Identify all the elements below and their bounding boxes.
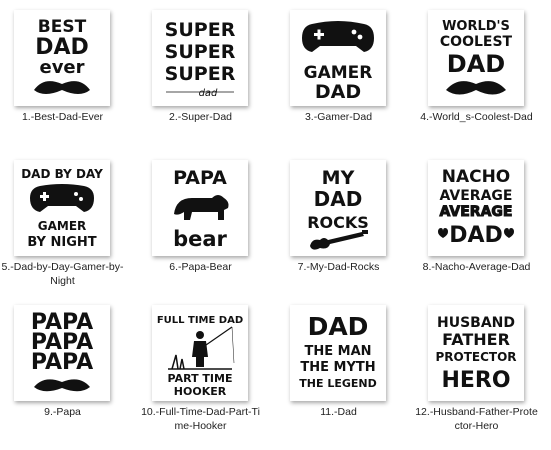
file-caption[interactable]: 11.-Dad xyxy=(276,405,401,419)
file-caption[interactable]: 3.-Gamer-Dad xyxy=(276,110,401,124)
svg-text:BEST: BEST xyxy=(38,17,87,37)
file-item[interactable]: FULL TIME DAD PART TIME HOOKER 10.-Full-… xyxy=(138,295,273,443)
thumbnail[interactable]: MY DAD ROCKS xyxy=(290,160,386,256)
guitar-icon xyxy=(310,232,364,250)
file-item[interactable]: SUPER SUPER SUPER dad 2.-Super-Dad xyxy=(138,0,273,148)
file-item[interactable]: PAPA PAPA PAPA 9.-Papa xyxy=(0,295,135,443)
file-item[interactable]: PAPA bear 6.-Papa-Bear xyxy=(138,150,273,298)
thumbnail[interactable]: HUSBAND FATHER PROTECTOR HERO xyxy=(428,305,524,401)
svg-text:PAPA: PAPA xyxy=(173,167,227,189)
svg-text:dad: dad xyxy=(199,88,218,99)
svg-text:HUSBAND: HUSBAND xyxy=(437,315,515,331)
heart-icon xyxy=(438,228,448,238)
worlds-coolest-dad-artwork: WORLD'S COOLEST DAD xyxy=(440,19,513,95)
svg-text:ever: ever xyxy=(39,57,84,78)
bear-icon xyxy=(174,195,229,220)
thumbnail[interactable]: SUPER SUPER SUPER dad xyxy=(152,10,248,106)
nacho-average-dad-artwork: NACHO AVERAGE AVERAGE DAD xyxy=(438,167,514,248)
game-controller-icon xyxy=(30,184,94,212)
dad-by-day-gamer-by-night-artwork: DAD BY DAY GAMER BY NIGHT xyxy=(21,167,103,250)
file-item[interactable]: DAD THE MAN THE MYTH THE LEGEND 11.-Dad xyxy=(276,295,411,443)
file-caption[interactable]: 10.-Full-Time-Dad-Part-Time-Hooker xyxy=(138,405,263,433)
file-caption[interactable]: 5.-Dad-by-Day-Gamer-by-Night xyxy=(0,260,125,288)
svg-text:GAMER: GAMER xyxy=(38,219,87,233)
svg-text:THE MAN: THE MAN xyxy=(304,344,371,359)
svg-text:DAD: DAD xyxy=(447,50,505,78)
thumbnail[interactable]: NACHO AVERAGE AVERAGE DAD xyxy=(428,160,524,256)
file-item[interactable]: DAD BY DAY GAMER BY NIGHT 5.-Dad-by-Day-… xyxy=(0,150,135,298)
file-caption[interactable]: 8.-Nacho-Average-Dad xyxy=(414,260,539,274)
svg-text:DAD: DAD xyxy=(314,187,363,211)
file-caption[interactable]: 7.-My-Dad-Rocks xyxy=(276,260,401,274)
heart-icon xyxy=(504,228,514,238)
svg-text:DAD: DAD xyxy=(315,81,361,103)
svg-text:COOLEST: COOLEST xyxy=(440,34,513,50)
thumbnail[interactable]: WORLD'S COOLEST DAD xyxy=(428,10,524,106)
svg-text:THE MYTH: THE MYTH xyxy=(300,360,375,375)
thumbnail[interactable]: GAMER DAD xyxy=(290,10,386,106)
papa-artwork: PAPA PAPA PAPA xyxy=(31,310,93,392)
svg-text:SUPER: SUPER xyxy=(165,63,236,85)
svg-text:BY NIGHT: BY NIGHT xyxy=(27,235,96,250)
file-item[interactable]: WORLD'S COOLEST DAD 4.-World_s-Coolest-D… xyxy=(414,0,549,148)
file-caption[interactable]: 2.-Super-Dad xyxy=(138,110,263,124)
papa-bear-artwork: PAPA bear xyxy=(173,167,229,251)
husband-father-protector-hero-artwork: HUSBAND FATHER PROTECTOR HERO xyxy=(435,315,516,393)
full-time-dad-part-time-hooker-artwork: FULL TIME DAD PART TIME HOOKER xyxy=(157,315,243,398)
best-dad-ever-artwork: BEST DAD ever xyxy=(34,17,90,94)
svg-text:FULL TIME DAD: FULL TIME DAD xyxy=(157,315,243,326)
svg-text:DAD: DAD xyxy=(308,312,369,341)
mustache-icon xyxy=(446,81,506,95)
file-grid: BEST DAD ever 1.-Best-Dad-Ever SUPER SUP… xyxy=(0,0,551,450)
file-item[interactable]: MY DAD ROCKS 7.-My-Dad-Rocks xyxy=(276,150,411,298)
file-item[interactable]: BEST DAD ever 1.-Best-Dad-Ever xyxy=(0,0,135,148)
thumbnail[interactable]: PAPA bear xyxy=(152,160,248,256)
file-caption[interactable]: 9.-Papa xyxy=(0,405,125,419)
svg-text:WORLD'S: WORLD'S xyxy=(442,19,510,34)
gamer-dad-artwork: GAMER DAD xyxy=(302,21,374,103)
svg-text:DAD BY DAY: DAD BY DAY xyxy=(21,167,103,181)
svg-text:MY: MY xyxy=(322,167,355,189)
file-item[interactable]: HUSBAND FATHER PROTECTOR HERO 12.-Husban… xyxy=(414,295,549,443)
svg-text:PROTECTOR: PROTECTOR xyxy=(435,350,516,364)
thumbnail[interactable]: BEST DAD ever xyxy=(14,10,110,106)
svg-text:THE LEGEND: THE LEGEND xyxy=(299,377,376,390)
svg-text:AVERAGE: AVERAGE xyxy=(440,188,513,204)
file-caption[interactable]: 1.-Best-Dad-Ever xyxy=(0,110,125,124)
svg-text:HERO: HERO xyxy=(441,368,510,393)
svg-text:DAD: DAD xyxy=(449,223,503,248)
dad-man-myth-legend-artwork: DAD THE MAN THE MYTH THE LEGEND xyxy=(299,312,376,390)
svg-text:PART TIME: PART TIME xyxy=(168,372,233,385)
svg-text:HOOKER: HOOKER xyxy=(174,385,227,398)
my-dad-rocks-artwork: MY DAD ROCKS xyxy=(307,167,369,250)
fisherman-icon xyxy=(192,341,208,367)
file-caption[interactable]: 12.-Husband-Father-Protector-Hero xyxy=(414,405,539,433)
thumbnail[interactable]: DAD BY DAY GAMER BY NIGHT xyxy=(14,160,110,256)
file-caption[interactable]: 4.-World_s-Coolest-Dad xyxy=(414,110,539,124)
file-item[interactable]: NACHO AVERAGE AVERAGE DAD 8.-Nacho-Avera… xyxy=(414,150,549,298)
thumbnail[interactable]: FULL TIME DAD PART TIME HOOKER xyxy=(152,305,248,401)
svg-text:PAPA: PAPA xyxy=(31,350,93,375)
svg-text:ROCKS: ROCKS xyxy=(307,213,369,232)
svg-text:FATHER: FATHER xyxy=(442,330,510,349)
svg-text:GAMER: GAMER xyxy=(304,63,373,83)
svg-text:AVERAGE: AVERAGE xyxy=(440,204,513,220)
mustache-icon xyxy=(34,81,90,94)
super-dad-artwork: SUPER SUPER SUPER dad xyxy=(165,19,236,99)
thumbnail[interactable]: PAPA PAPA PAPA xyxy=(14,305,110,401)
thumbnail[interactable]: DAD THE MAN THE MYTH THE LEGEND xyxy=(290,305,386,401)
svg-text:NACHO: NACHO xyxy=(442,167,511,187)
mustache-icon xyxy=(34,379,90,392)
file-item[interactable]: GAMER DAD 3.-Gamer-Dad xyxy=(276,0,411,148)
svg-text:SUPER: SUPER xyxy=(165,41,236,63)
svg-text:bear: bear xyxy=(173,227,227,251)
svg-text:SUPER: SUPER xyxy=(165,19,236,41)
game-controller-icon xyxy=(302,21,374,52)
file-caption[interactable]: 6.-Papa-Bear xyxy=(138,260,263,274)
